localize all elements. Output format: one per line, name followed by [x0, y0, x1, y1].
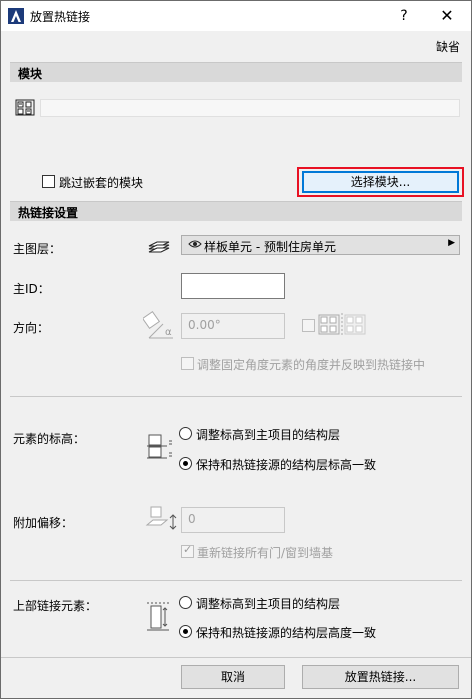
place-hotlink-button[interactable]: 放置热链接...	[302, 665, 459, 689]
relink-checkbox[interactable]	[181, 543, 194, 558]
close-button[interactable]: ✕	[432, 5, 462, 27]
master-layer-dropdown[interactable]: 样板单元 - 预制住房单元 ▶	[181, 235, 460, 255]
top-link-keep-label: 保持和热链接源的结构层高度一致	[196, 626, 377, 640]
module-section-header[interactable]: 模块	[10, 62, 462, 82]
cancel-button[interactable]: 取消	[181, 665, 285, 689]
offset-label: 附加偏移：	[13, 516, 74, 530]
svg-text:α: α	[165, 327, 172, 338]
angle-input[interactable]: 0.00°	[181, 313, 285, 339]
elevation-adjust-radio[interactable]	[179, 427, 192, 440]
orientation-label: 方向：	[13, 321, 50, 335]
hotlink-settings-title: 热链接设置	[18, 206, 79, 220]
footer-separator	[1, 657, 471, 658]
module-section-title: 模块	[18, 67, 43, 81]
adjust-angle-label: 调整固定角度元素的角度并反映到热链接中	[197, 358, 426, 372]
help-button[interactable]: ?	[392, 5, 416, 27]
eye-icon	[188, 237, 202, 251]
top-linked-label: 上部链接元素：	[13, 599, 98, 613]
module-path-field	[40, 99, 460, 117]
window-title: 放置热链接	[30, 10, 91, 24]
top-link-keep-radio[interactable]	[179, 625, 192, 638]
master-layer-label: 主图层：	[13, 242, 62, 256]
mirror-module-icon	[318, 313, 366, 335]
mirror-checkbox[interactable]	[302, 319, 315, 332]
adjust-angle-checkbox[interactable]	[181, 357, 194, 370]
master-id-label: 主ID：	[13, 282, 50, 296]
skip-nested-label: 跳过嵌套的模块	[59, 176, 144, 190]
default-link[interactable]: 缺省	[436, 38, 460, 55]
separator	[10, 580, 462, 581]
elevation-icon	[145, 433, 175, 465]
top-link-adjust-label: 调整标高到主项目的结构层	[196, 597, 341, 611]
elevation-adjust-label: 调整标高到主项目的结构层	[196, 428, 341, 442]
offset-icon	[145, 505, 179, 533]
elevation-keep-label: 保持和热链接源的结构层标高一致	[196, 458, 377, 472]
select-module-button[interactable]: 选择模块...	[302, 171, 459, 193]
offset-input[interactable]: 0	[181, 507, 285, 533]
dropdown-arrow-icon: ▶	[448, 238, 455, 248]
top-link-adjust-radio[interactable]	[179, 596, 192, 609]
module-icon	[15, 97, 35, 117]
layer-icon	[145, 236, 171, 254]
master-layer-value: 样板单元 - 预制住房单元	[204, 240, 336, 254]
hotlink-settings-header[interactable]: 热链接设置	[10, 201, 462, 221]
archicad-app-icon	[8, 8, 24, 24]
top-link-icon	[145, 600, 175, 634]
rotation-angle-icon: α	[143, 310, 177, 344]
relink-label: 重新链接所有门/窗到墙基	[197, 546, 334, 560]
master-id-input[interactable]	[181, 273, 285, 299]
skip-nested-checkbox[interactable]	[42, 175, 55, 188]
elevation-label: 元素的标高：	[13, 432, 86, 446]
separator	[10, 396, 462, 397]
elevation-keep-radio[interactable]	[179, 457, 192, 470]
